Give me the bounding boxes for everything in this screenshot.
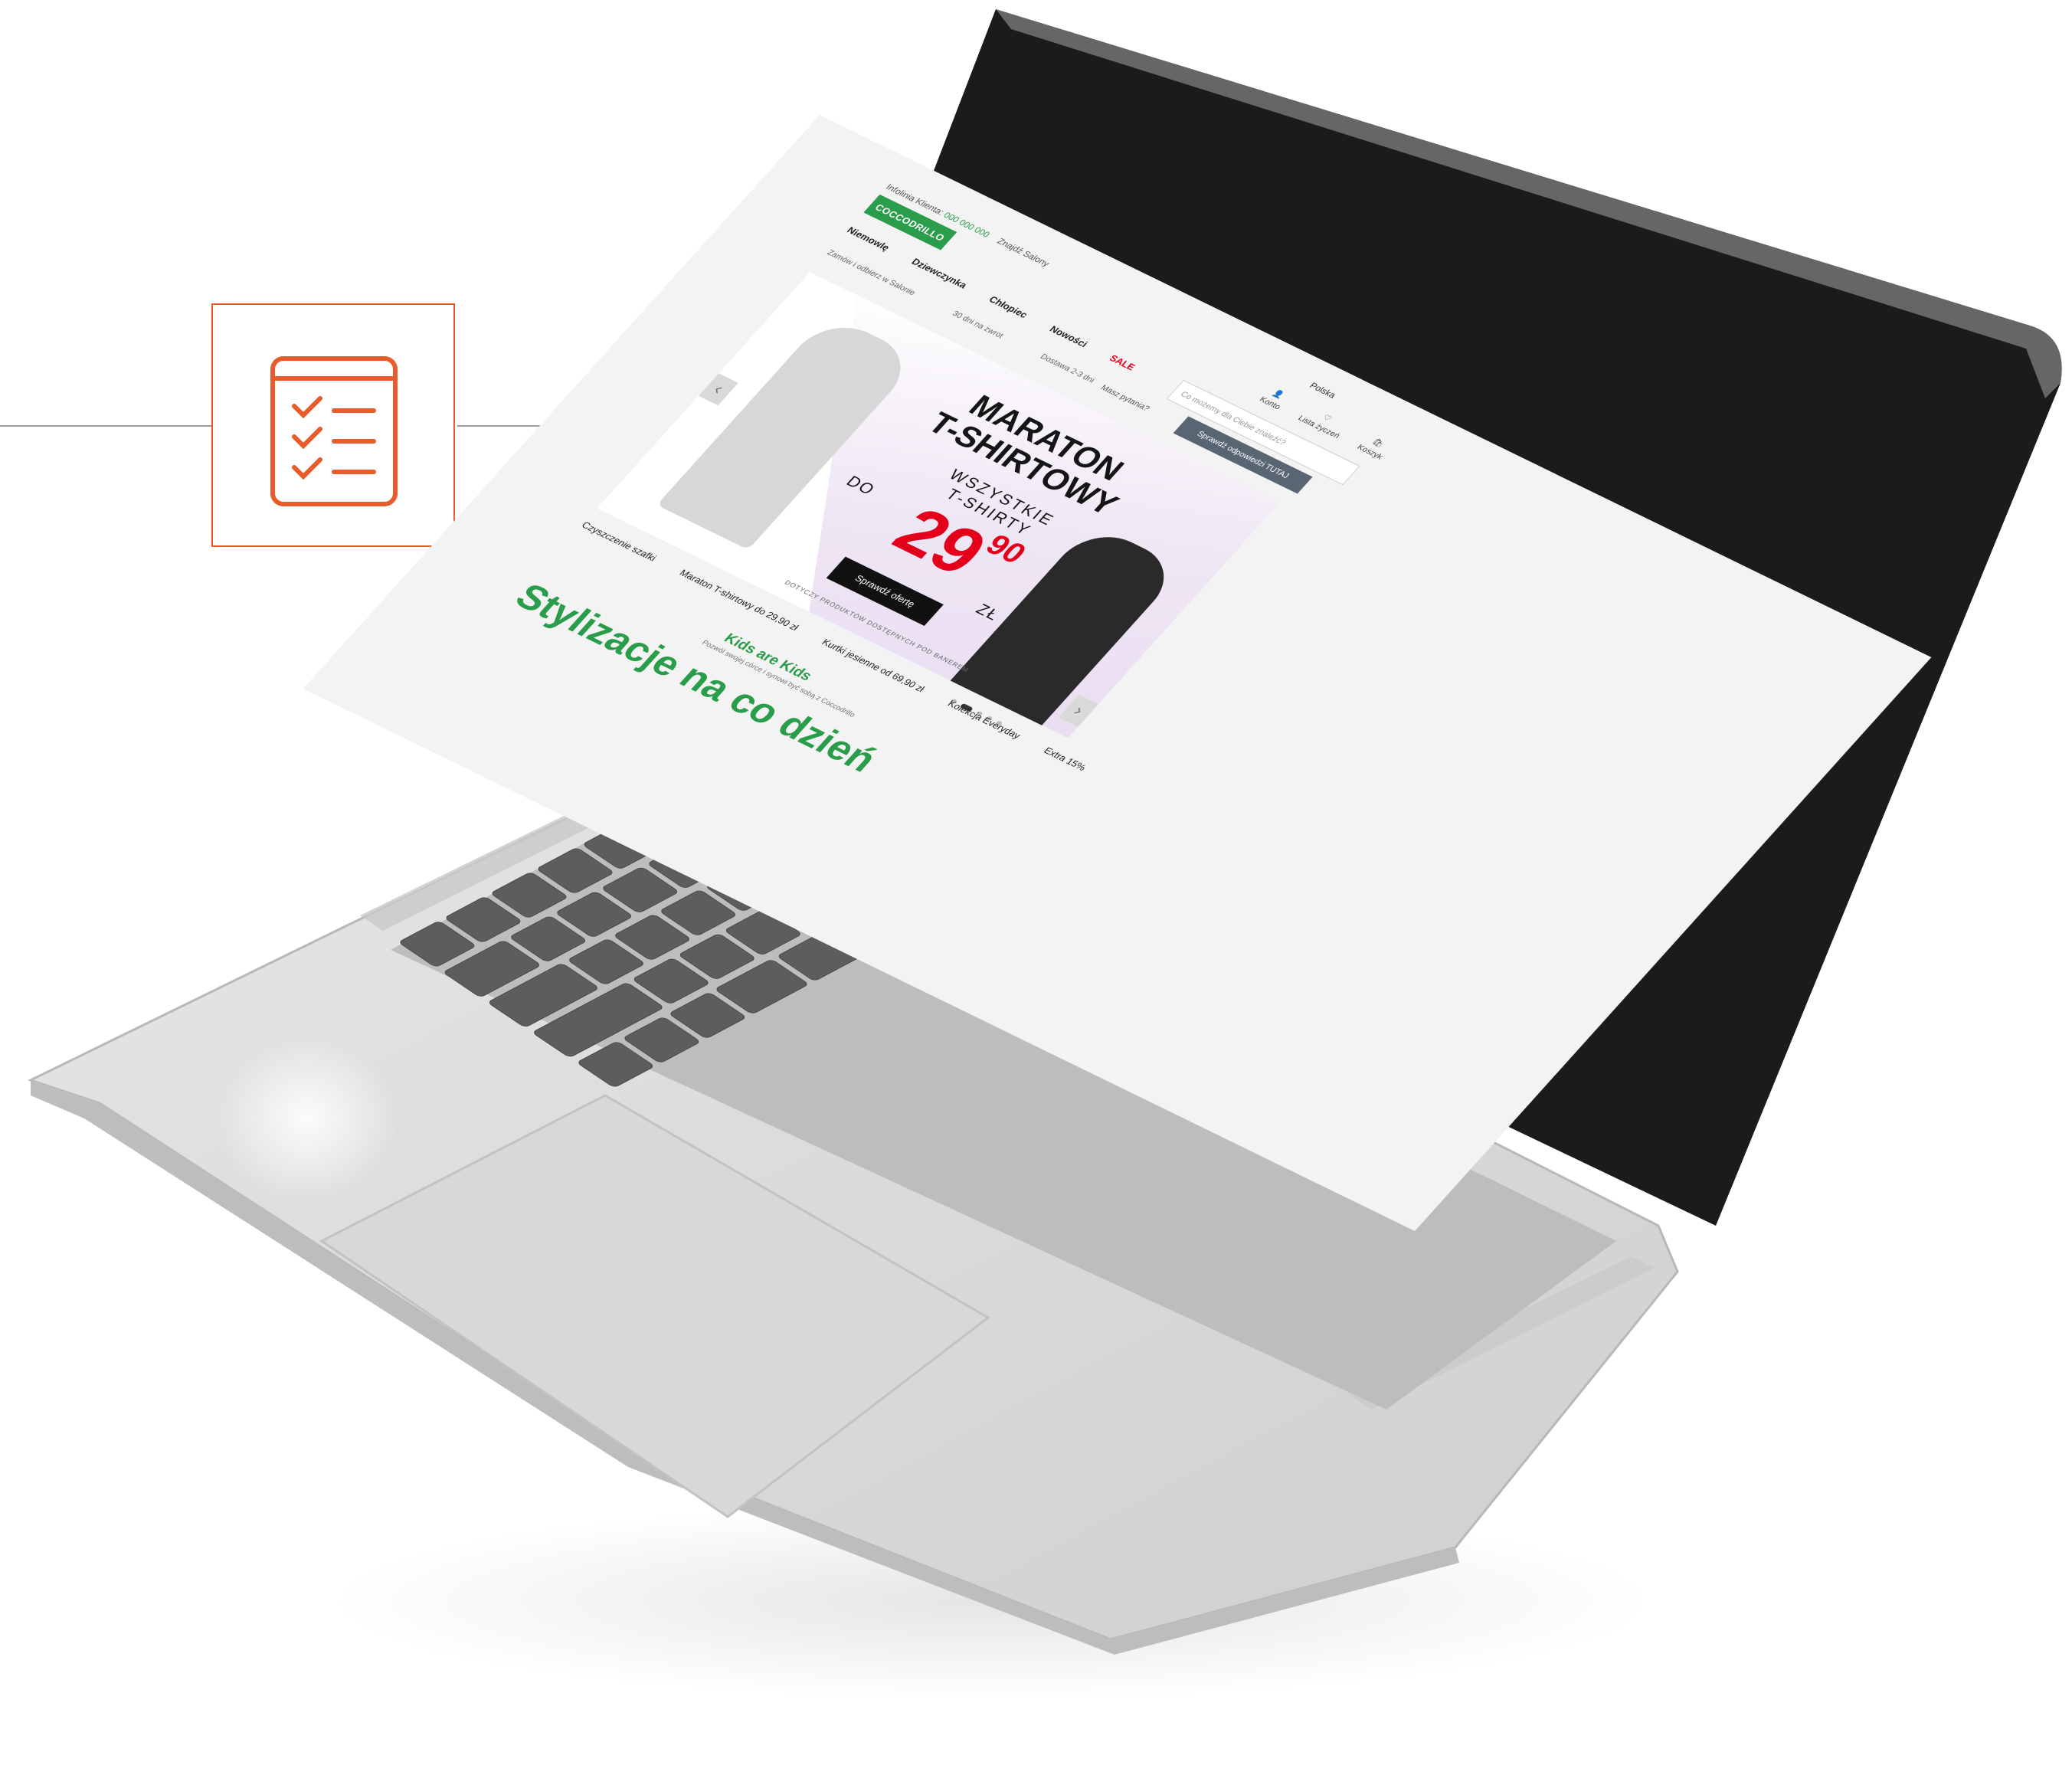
- cart-button[interactable]: 🛍 Koszyk: [1355, 434, 1393, 461]
- promo-link[interactable]: Extra 15%: [1042, 745, 1088, 773]
- account-button[interactable]: 👤 Konto: [1258, 386, 1291, 411]
- heart-icon: ♡: [1321, 413, 1334, 424]
- nav-item-girl[interactable]: Dziewczynka: [909, 257, 969, 290]
- questions-label: Masz pytania?: [1098, 383, 1151, 414]
- bag-icon: 🛍: [1370, 437, 1386, 449]
- carousel-prev-button[interactable]: ‹: [698, 373, 738, 406]
- stores-link[interactable]: Znajdź Salony: [995, 236, 1052, 268]
- benefit-returns: 30 dni na zwrot: [950, 309, 1006, 340]
- nav-item-sale[interactable]: SALE: [1108, 353, 1138, 372]
- nav-item-boy[interactable]: Chłopiec: [987, 294, 1030, 320]
- wishlist-label: Lista życzeń: [1295, 414, 1342, 440]
- wishlist-button[interactable]: ♡ Lista życzeń: [1296, 404, 1350, 440]
- nav-item-new[interactable]: Nowości: [1047, 324, 1090, 349]
- nav-item-infant[interactable]: Niemowlę: [845, 224, 892, 252]
- benefit-delivery: Dostawa 2-3 dni: [1038, 352, 1097, 385]
- country-selector[interactable]: Polska: [1308, 381, 1338, 400]
- user-icon: 👤: [1270, 388, 1286, 401]
